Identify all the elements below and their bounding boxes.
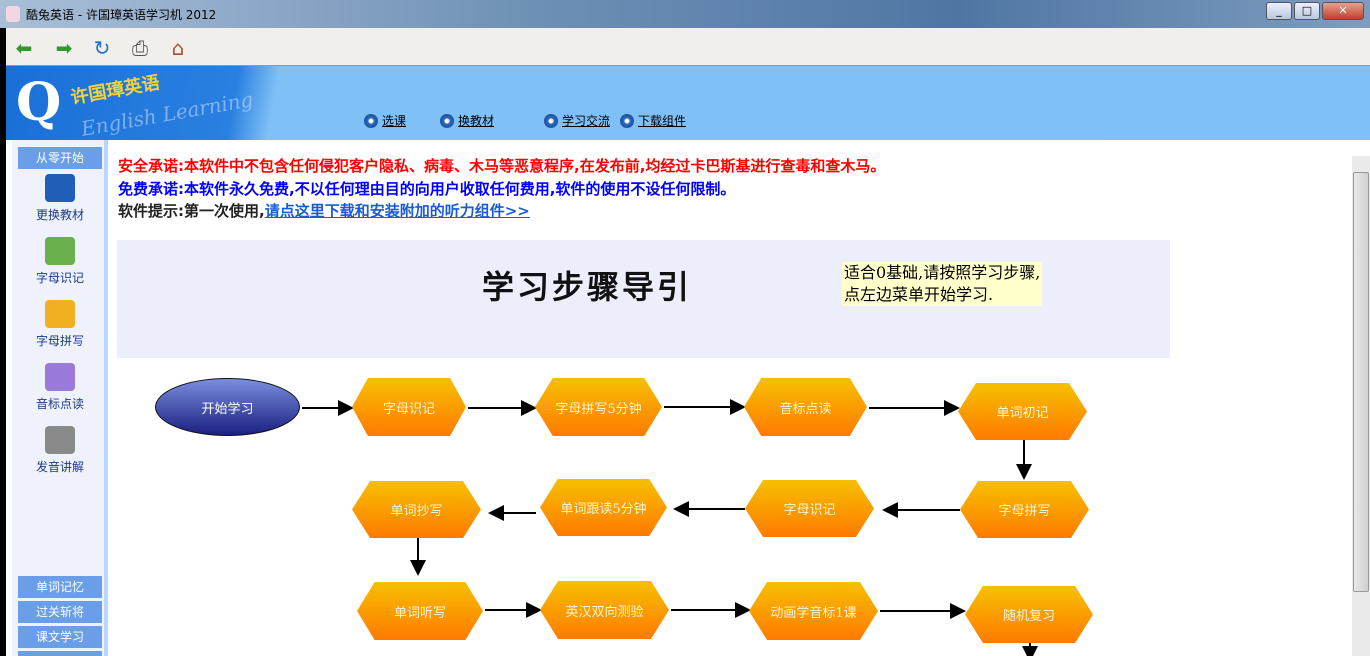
flow-step[interactable]: 音标点读 — [744, 378, 867, 436]
flow-step[interactable]: 随机复习 — [965, 586, 1093, 643]
books-icon — [45, 363, 75, 391]
maximize-button[interactable]: □ — [1294, 2, 1320, 20]
flow-step[interactable]: 单词跟读5分钟 — [540, 479, 667, 536]
print-icon[interactable]: ⎙ — [128, 36, 152, 60]
app-icon — [6, 6, 20, 22]
nav-exchange[interactable]: 学习交流 — [544, 112, 610, 129]
flow-step[interactable]: 单词抄写 — [352, 481, 481, 538]
minimize-button[interactable]: _ — [1266, 2, 1292, 20]
logo-text: 许国璋英语 — [68, 68, 161, 109]
sidebar-head[interactable]: 从零开始 — [18, 147, 102, 169]
letter-a-icon — [45, 426, 75, 454]
flow-step[interactable]: 字母识记 — [745, 480, 874, 537]
gear-icon — [620, 114, 634, 128]
scrollbar-thumb[interactable] — [1353, 172, 1369, 592]
banner: Q 许国璋英语 English Learning 选课 换教材 学习交流 下载组… — [6, 66, 1370, 140]
sidebar-item-pronunciation[interactable]: 发音讲解 — [18, 426, 102, 475]
nav-choose-course[interactable]: 选课 — [364, 112, 406, 129]
gear-icon — [364, 114, 378, 128]
back-arrow-icon[interactable]: ⬅ — [12, 36, 36, 60]
shapes-icon — [45, 300, 75, 328]
flow-step[interactable]: 单词初记 — [958, 383, 1087, 440]
vertical-scrollbar[interactable] — [1352, 156, 1370, 656]
title-bar: 酷兔英语 - 许国璋英语学习机 2012 _ □ ✕ — [0, 0, 1370, 28]
content: 安全承诺:本软件中不包含任何侵犯客户隐私、病毒、木马等恶意程序,在发布前,均经过… — [108, 140, 1370, 656]
sidebar-item-change-textbook[interactable]: 更换教材 — [18, 174, 102, 223]
sidebar: 从零开始 更换教材 字母识记 字母拼写 音标点读 发音讲解 单词记忆 过关斩将 … — [12, 140, 108, 656]
sidebar-word-memory[interactable]: 单词记忆 — [18, 576, 102, 598]
flow-step[interactable]: 单词听写 — [357, 582, 483, 640]
textbook-icon — [45, 174, 75, 202]
forward-arrow-icon[interactable]: ➡ — [52, 36, 76, 60]
close-button[interactable]: ✕ — [1322, 2, 1364, 20]
window-title: 酷兔英语 - 许国璋英语学习机 2012 — [26, 6, 216, 23]
sidebar-item-phonetics[interactable]: 音标点读 — [18, 363, 102, 412]
refresh-icon[interactable]: ↻ — [90, 36, 114, 60]
flow-step[interactable]: 动画学音标1课 — [749, 582, 878, 640]
keyboard-icon — [45, 237, 75, 265]
gear-icon — [440, 114, 454, 128]
sidebar-text-study[interactable]: 课文学习 — [18, 626, 102, 648]
flow-step[interactable]: 字母识记 — [352, 378, 466, 436]
toolbar: ⬅ ➡ ↻ ⎙ ⌂ — [6, 28, 1370, 66]
sidebar-levels[interactable]: 过关斩将 — [18, 601, 102, 623]
sidebar-more[interactable] — [18, 651, 102, 656]
flow-step[interactable]: 字母拼写 — [960, 481, 1089, 538]
flow-step[interactable]: 字母拼写5分钟 — [535, 378, 662, 436]
logo-letter: Q — [16, 72, 61, 133]
sidebar-item-letter-recognition[interactable]: 字母识记 — [18, 237, 102, 286]
nav-change-textbook[interactable]: 换教材 — [440, 112, 494, 129]
flow-step[interactable]: 英汉双向测验 — [540, 581, 669, 639]
home-icon[interactable]: ⌂ — [166, 36, 190, 60]
nav-download[interactable]: 下载组件 — [620, 112, 686, 129]
sidebar-item-letter-spelling[interactable]: 字母拼写 — [18, 300, 102, 349]
gear-icon — [544, 114, 558, 128]
start-node[interactable]: 开始学习 — [155, 378, 300, 436]
